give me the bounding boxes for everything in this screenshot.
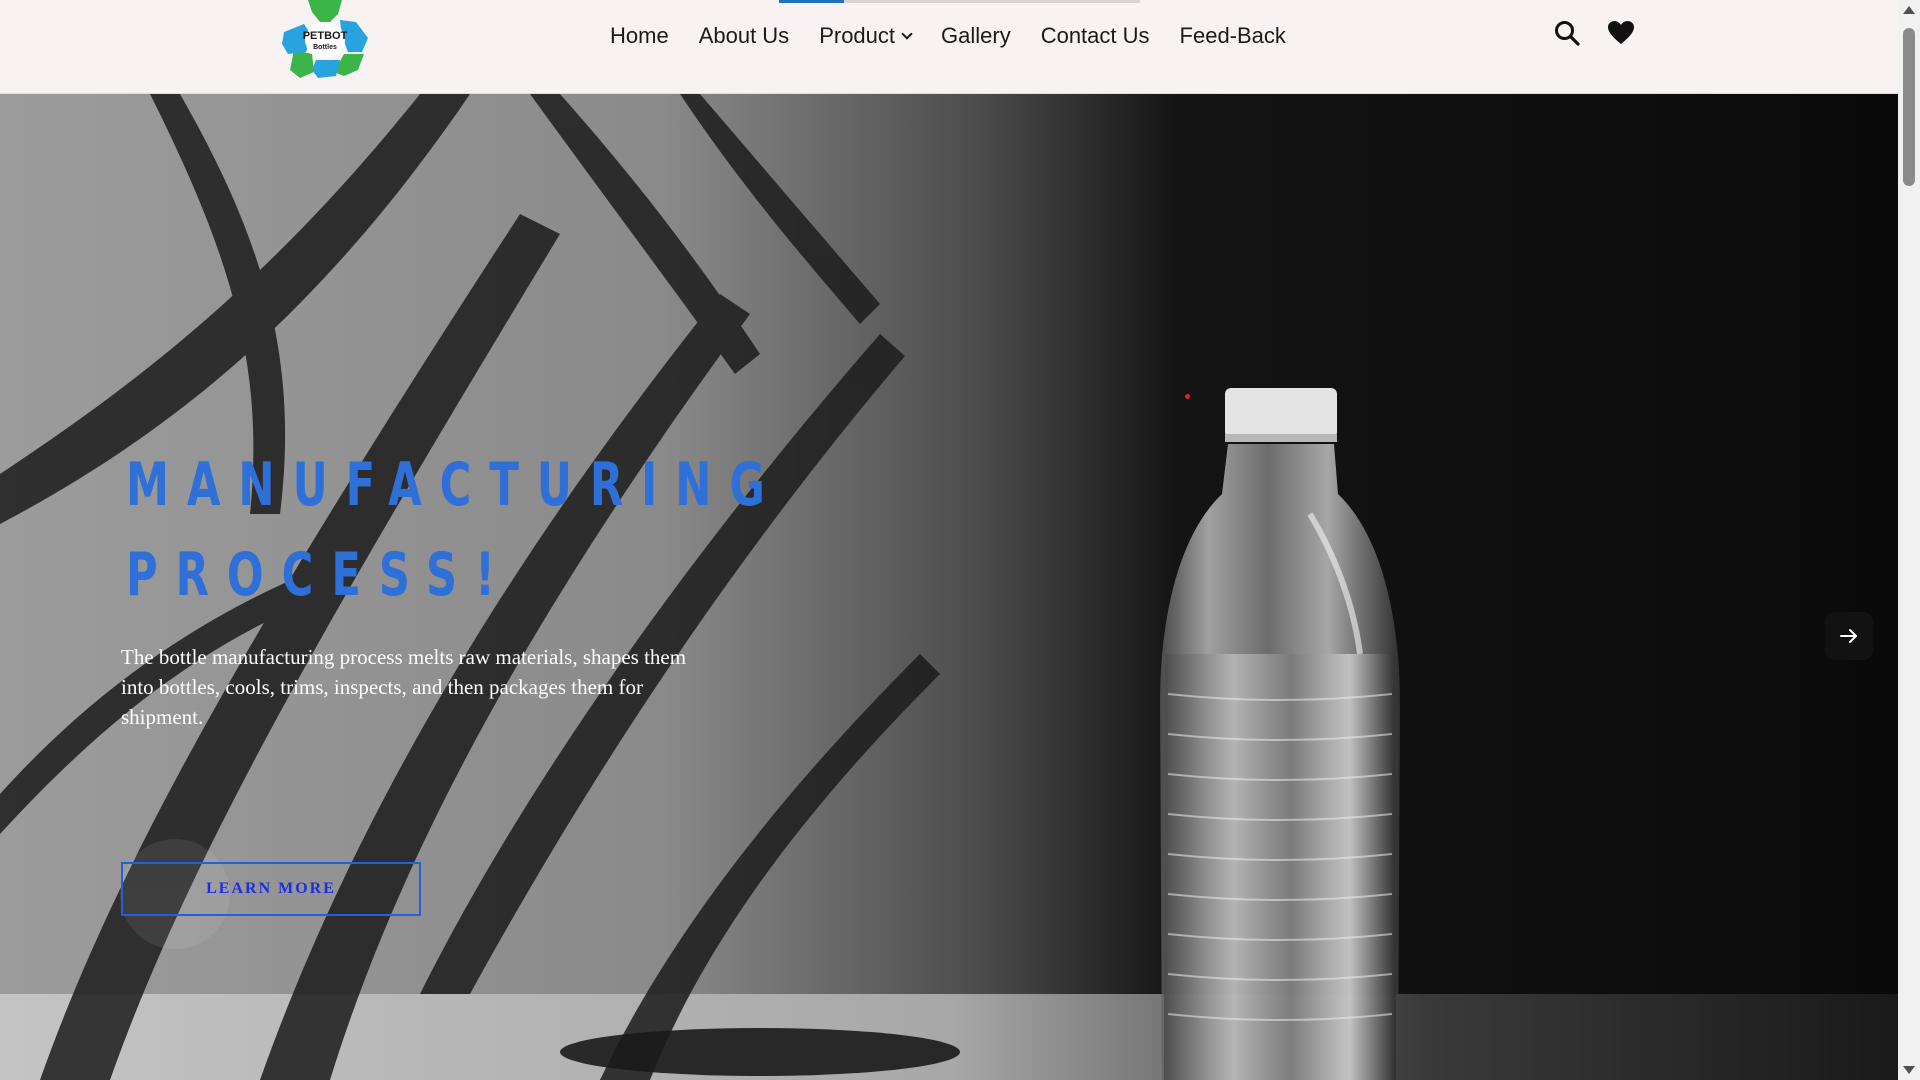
nav-home-label: Home bbox=[610, 23, 669, 48]
scroll-thumb[interactable] bbox=[1903, 28, 1915, 186]
nav-feedback[interactable]: Feed-Back bbox=[1180, 23, 1286, 49]
decorative-dot bbox=[1185, 394, 1190, 399]
nav-about-us-label: About Us bbox=[698, 23, 790, 48]
learn-more-button[interactable]: LEARN MORE bbox=[121, 862, 421, 916]
recycle-logo-icon: PETBOT Bottles bbox=[282, 0, 368, 78]
scroll-down-arrow-icon[interactable] bbox=[1903, 1066, 1915, 1074]
header-icons bbox=[1552, 18, 1636, 48]
page-scrollbar[interactable] bbox=[1898, 0, 1920, 1080]
nav-contact-us[interactable]: Contact Us bbox=[1041, 23, 1150, 49]
heart-icon bbox=[1608, 21, 1634, 44]
hero-description: The bottle manufacturing process melts r… bbox=[121, 645, 687, 729]
chevron-down-icon bbox=[901, 28, 913, 40]
hero-title: MANUFACTURING PROCESS! bbox=[126, 450, 783, 610]
slide-progress-track bbox=[779, 0, 1140, 3]
site-header: PETBOT Bottles Home About Us Product Gal… bbox=[0, 0, 1898, 94]
slide-progress-fill bbox=[779, 0, 844, 3]
nav-gallery[interactable]: Gallery bbox=[941, 23, 1011, 49]
svg-text:PETBOT: PETBOT bbox=[303, 30, 348, 42]
arrow-right-icon bbox=[1840, 629, 1857, 643]
nav-feedback-label: Feed-Back bbox=[1179, 23, 1286, 48]
main-nav: Home About Us Product Gallery Contact Us… bbox=[610, 18, 1286, 54]
nav-contact-us-label: Contact Us bbox=[1040, 23, 1150, 48]
brand-logo[interactable]: PETBOT Bottles bbox=[278, 0, 372, 78]
nav-gallery-label: Gallery bbox=[941, 23, 1011, 48]
hero-slider: MANUFACTURING PROCESS! The bottle manufa… bbox=[0, 94, 1898, 1080]
svg-text:Bottles: Bottles bbox=[313, 44, 337, 51]
nav-home[interactable]: Home bbox=[610, 23, 669, 49]
nav-about-us[interactable]: About Us bbox=[699, 23, 790, 49]
nav-product[interactable]: Product bbox=[819, 23, 913, 49]
wishlist-button[interactable] bbox=[1606, 18, 1636, 48]
scroll-up-arrow-icon[interactable] bbox=[1903, 6, 1915, 14]
slider-next-button[interactable] bbox=[1825, 612, 1873, 660]
nav-product-label: Product bbox=[819, 23, 896, 48]
search-icon bbox=[1555, 21, 1580, 46]
search-button[interactable] bbox=[1552, 18, 1582, 48]
